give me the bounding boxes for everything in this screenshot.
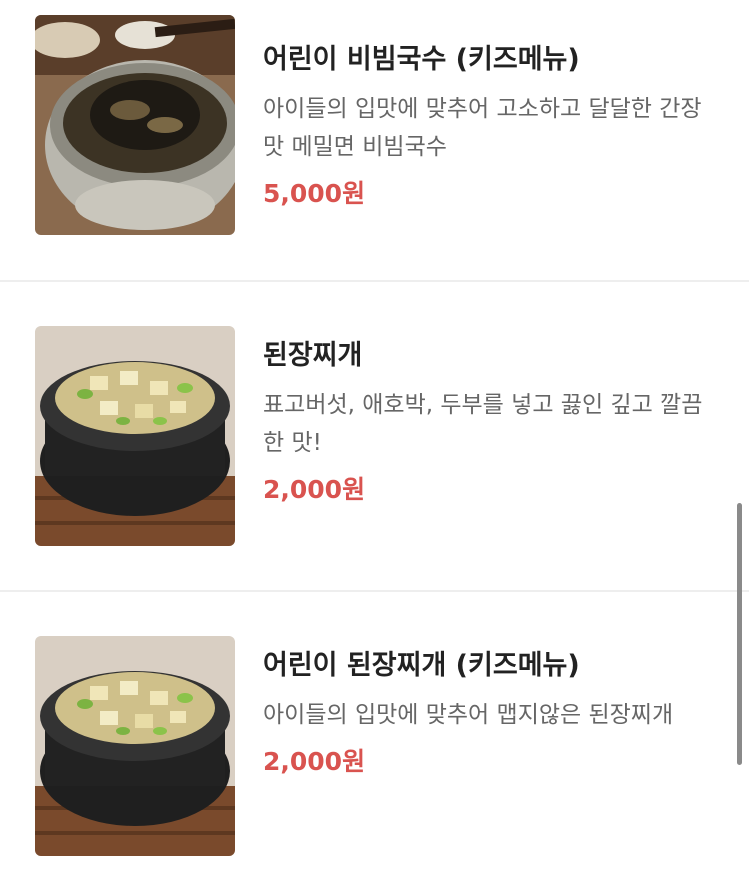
menu-item-description: 표고버섯, 애호박, 두부를 넣고 끓인 깊고 깔끔한 맛! [263, 392, 703, 456]
menu-item[interactable]: 어린이 된장찌개 (키즈메뉴) 아이들의 입맛에 맞추어 맵지않은 된장찌개 2… [0, 592, 749, 896]
menu-item[interactable]: 된장찌개 표고버섯, 애호박, 두부를 넣고 끓인 깊고 깔끔한 맛! 2,00… [0, 282, 749, 592]
menu-item-price: 2,000원 [263, 747, 366, 776]
menu-item-title: 어린이 된장찌개 (키즈메뉴) [263, 650, 580, 681]
menu-item[interactable]: 어린이 비빔국수 (키즈메뉴) 아이들의 입맛에 맞추어 고소하고 달달한 간장… [0, 0, 749, 295]
bibim-noodles-photo [35, 15, 235, 235]
menu-item-title: 된장찌개 [263, 340, 363, 371]
menu-list: 어린이 비빔국수 (키즈메뉴) 아이들의 입맛에 맞추어 고소하고 달달한 간장… [0, 0, 749, 896]
menu-item-price: 5,000원 [263, 179, 366, 208]
menu-item-price: 2,000원 [263, 475, 366, 504]
menu-item-info: 된장찌개 표고버섯, 애호박, 두부를 넣고 끓인 깊고 깔끔한 맛! 2,00… [263, 336, 733, 508]
scrollbar[interactable] [737, 503, 742, 765]
menu-item-description: 아이들의 입맛에 맞추어 고소하고 달달한 간장맛 메밀면 비빔국수 [263, 96, 702, 160]
menu-item-info: 어린이 비빔국수 (키즈메뉴) 아이들의 입맛에 맞추어 고소하고 달달한 간장… [263, 40, 733, 212]
doenjang-stew-photo [35, 636, 235, 856]
menu-item-info: 어린이 된장찌개 (키즈메뉴) 아이들의 입맛에 맞추어 맵지않은 된장찌개 2… [263, 646, 733, 780]
menu-item-image[interactable] [35, 326, 235, 546]
menu-item-description: 아이들의 입맛에 맞추어 맵지않은 된장찌개 [263, 702, 674, 728]
menu-item-image[interactable] [35, 636, 235, 856]
doenjang-stew-photo [35, 326, 235, 546]
menu-item-image[interactable] [35, 15, 235, 235]
menu-item-title: 어린이 비빔국수 (키즈메뉴) [263, 44, 580, 75]
